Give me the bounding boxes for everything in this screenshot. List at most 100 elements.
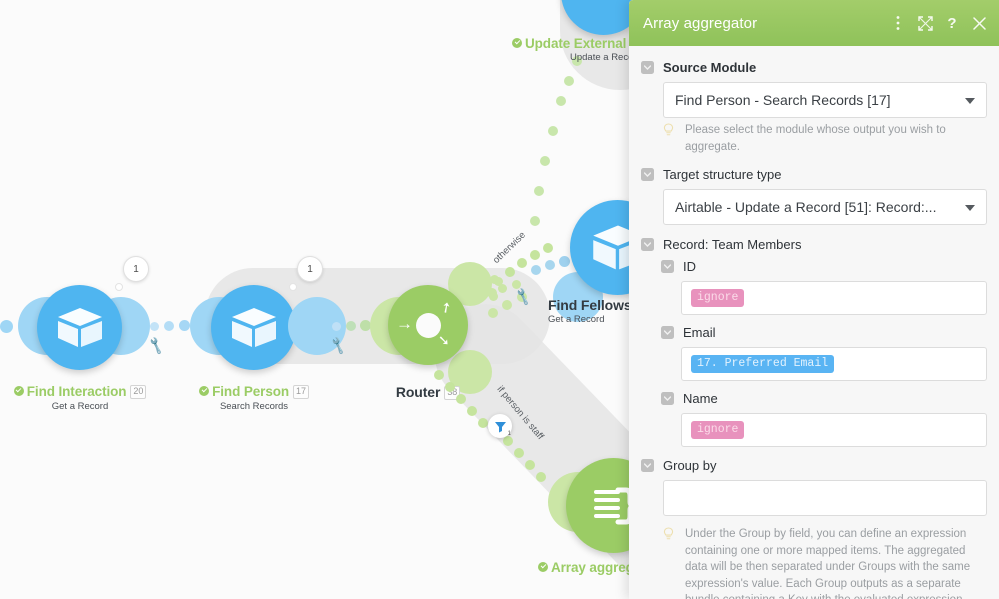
- connector-dot: [556, 96, 566, 106]
- chevron-down-icon[interactable]: [641, 168, 654, 181]
- panel-body: Source Module Find Person - Search Recor…: [629, 46, 999, 599]
- connector-dot: [346, 321, 356, 331]
- hint-group-by: Under the Group by field, you can define…: [663, 526, 987, 599]
- connector-dot: [467, 406, 477, 416]
- connector-dot: [540, 156, 550, 166]
- panel-header: Array aggregator ?: [629, 0, 999, 46]
- filter-chip[interactable]: 1: [488, 414, 512, 438]
- field-label-record-group: Record: Team Members: [663, 237, 802, 252]
- connector-dot: [564, 76, 574, 86]
- connector-dot: [0, 320, 13, 333]
- field-label-id: ID: [683, 259, 696, 274]
- connector-dot: [530, 216, 540, 226]
- field-label-name: Name: [683, 391, 718, 406]
- status-ok-icon: [538, 562, 548, 572]
- map-field-name[interactable]: ignore: [681, 413, 987, 447]
- field-row-name: Name: [641, 391, 987, 406]
- field-label-email: Email: [683, 325, 716, 340]
- connector-dot: [525, 460, 535, 470]
- connector-dot: [502, 300, 512, 310]
- connector-dot: [503, 436, 513, 446]
- connector-dot: [488, 308, 498, 318]
- filter-funnel-icon: [494, 421, 506, 432]
- connector-dot: [478, 418, 488, 428]
- bundle-counter[interactable]: 1: [297, 256, 323, 282]
- chevron-down-icon[interactable]: [641, 238, 654, 251]
- module-find-person[interactable]: [211, 285, 296, 370]
- mapping-tag-preferred-email[interactable]: 17. Preferred Email: [691, 355, 835, 373]
- module-badge: 20: [130, 385, 147, 399]
- connector-dot: [514, 448, 524, 458]
- field-row-email: Email: [641, 325, 987, 340]
- router-arrow-down-icon: ➘: [438, 332, 450, 348]
- connector-dot: [434, 370, 444, 380]
- more-options-icon[interactable]: [890, 13, 906, 33]
- mapping-tag-ignore[interactable]: ignore: [691, 289, 745, 307]
- connector-dot: [332, 322, 341, 331]
- module-label-find-person: Find Person 17: [174, 384, 334, 399]
- connector-dot: [545, 260, 555, 270]
- connector-dot: [531, 265, 541, 275]
- airtable-icon: [231, 307, 276, 347]
- connector-dot: [150, 322, 159, 331]
- map-field-email[interactable]: 17. Preferred Email: [681, 347, 987, 381]
- connector-dot: [489, 292, 498, 301]
- connector-dot: [534, 186, 544, 196]
- field-row-id: ID: [641, 259, 987, 274]
- module-sub-find-person: Search Records: [219, 401, 289, 412]
- settings-wrench-icon[interactable]: 🔧: [146, 336, 166, 357]
- app-root: 1 🔧 Find Interaction 20 Get a Record 1 🔧 …: [0, 0, 999, 599]
- group-by-input[interactable]: [663, 480, 987, 516]
- connector-dot: [505, 267, 515, 277]
- module-badge: 17: [293, 385, 309, 399]
- field-row-record-group: Record: Team Members: [641, 237, 987, 252]
- connector-dot: [179, 320, 190, 331]
- field-label-target-structure-type: Target structure type: [663, 167, 782, 182]
- router-arrow-in-icon: →: [396, 314, 413, 333]
- source-module-select[interactable]: Find Person - Search Records [17]: [663, 82, 987, 118]
- help-icon[interactable]: ?: [944, 13, 960, 33]
- hint-text-group-by: Under the Group by field, you can define…: [685, 528, 971, 599]
- connector-dot: [548, 126, 558, 136]
- chevron-down-icon[interactable]: [661, 326, 674, 339]
- connector-dot: [559, 256, 570, 267]
- connector-dot: [445, 382, 455, 392]
- close-icon[interactable]: [971, 13, 987, 33]
- field-label-source-module: Source Module: [663, 60, 757, 75]
- panel-title: Array aggregator: [643, 14, 758, 32]
- expand-icon[interactable]: [917, 13, 933, 33]
- connector-dot: [498, 284, 507, 293]
- status-ok-icon: [199, 386, 210, 396]
- mapping-tag-ignore[interactable]: ignore: [691, 421, 745, 439]
- status-ok-icon: [13, 386, 24, 396]
- status-ok-icon: [512, 38, 522, 48]
- module-find-interaction[interactable]: [37, 285, 122, 370]
- source-module-select-wrap: Find Person - Search Records [17]: [663, 82, 987, 118]
- filter-badge: 1: [507, 431, 511, 437]
- lightbulb-icon: [663, 122, 679, 155]
- connector-dot: [164, 321, 174, 331]
- target-structure-select[interactable]: Airtable - Update a Record [51]: Record:…: [663, 189, 987, 225]
- lightbulb-icon: [663, 526, 679, 599]
- scenario-canvas[interactable]: 1 🔧 Find Interaction 20 Get a Record 1 🔧 …: [0, 0, 680, 599]
- module-settings-panel: Array aggregator ? Source Module Find Pe…: [629, 0, 999, 599]
- field-row-group-by: Group by: [641, 458, 987, 473]
- field-row-target-structure-type: Target structure type: [641, 167, 987, 182]
- module-sub-find-interaction: Get a Record: [51, 401, 109, 412]
- field-row-source-module: Source Module: [641, 60, 987, 75]
- hint-source-module: Please select the module whose output yo…: [663, 122, 987, 155]
- connector-dot: [517, 258, 527, 268]
- bundle-counter-tail: [115, 283, 123, 291]
- chevron-down-icon[interactable]: [661, 260, 674, 273]
- chevron-down-icon[interactable]: [661, 392, 674, 405]
- field-label-group-by: Group by: [663, 458, 717, 473]
- target-structure-select-wrap: Airtable - Update a Record [51]: Record:…: [663, 189, 987, 225]
- module-label-find-interaction: Find Interaction 20: [0, 384, 160, 399]
- bundle-counter-tail: [289, 283, 297, 291]
- chevron-down-icon[interactable]: [641, 459, 654, 472]
- bundle-counter[interactable]: 1: [123, 256, 149, 282]
- chevron-down-icon[interactable]: [641, 61, 654, 74]
- map-field-id[interactable]: ignore: [681, 281, 987, 315]
- airtable-icon: [57, 307, 102, 347]
- connector-dot: [530, 250, 540, 260]
